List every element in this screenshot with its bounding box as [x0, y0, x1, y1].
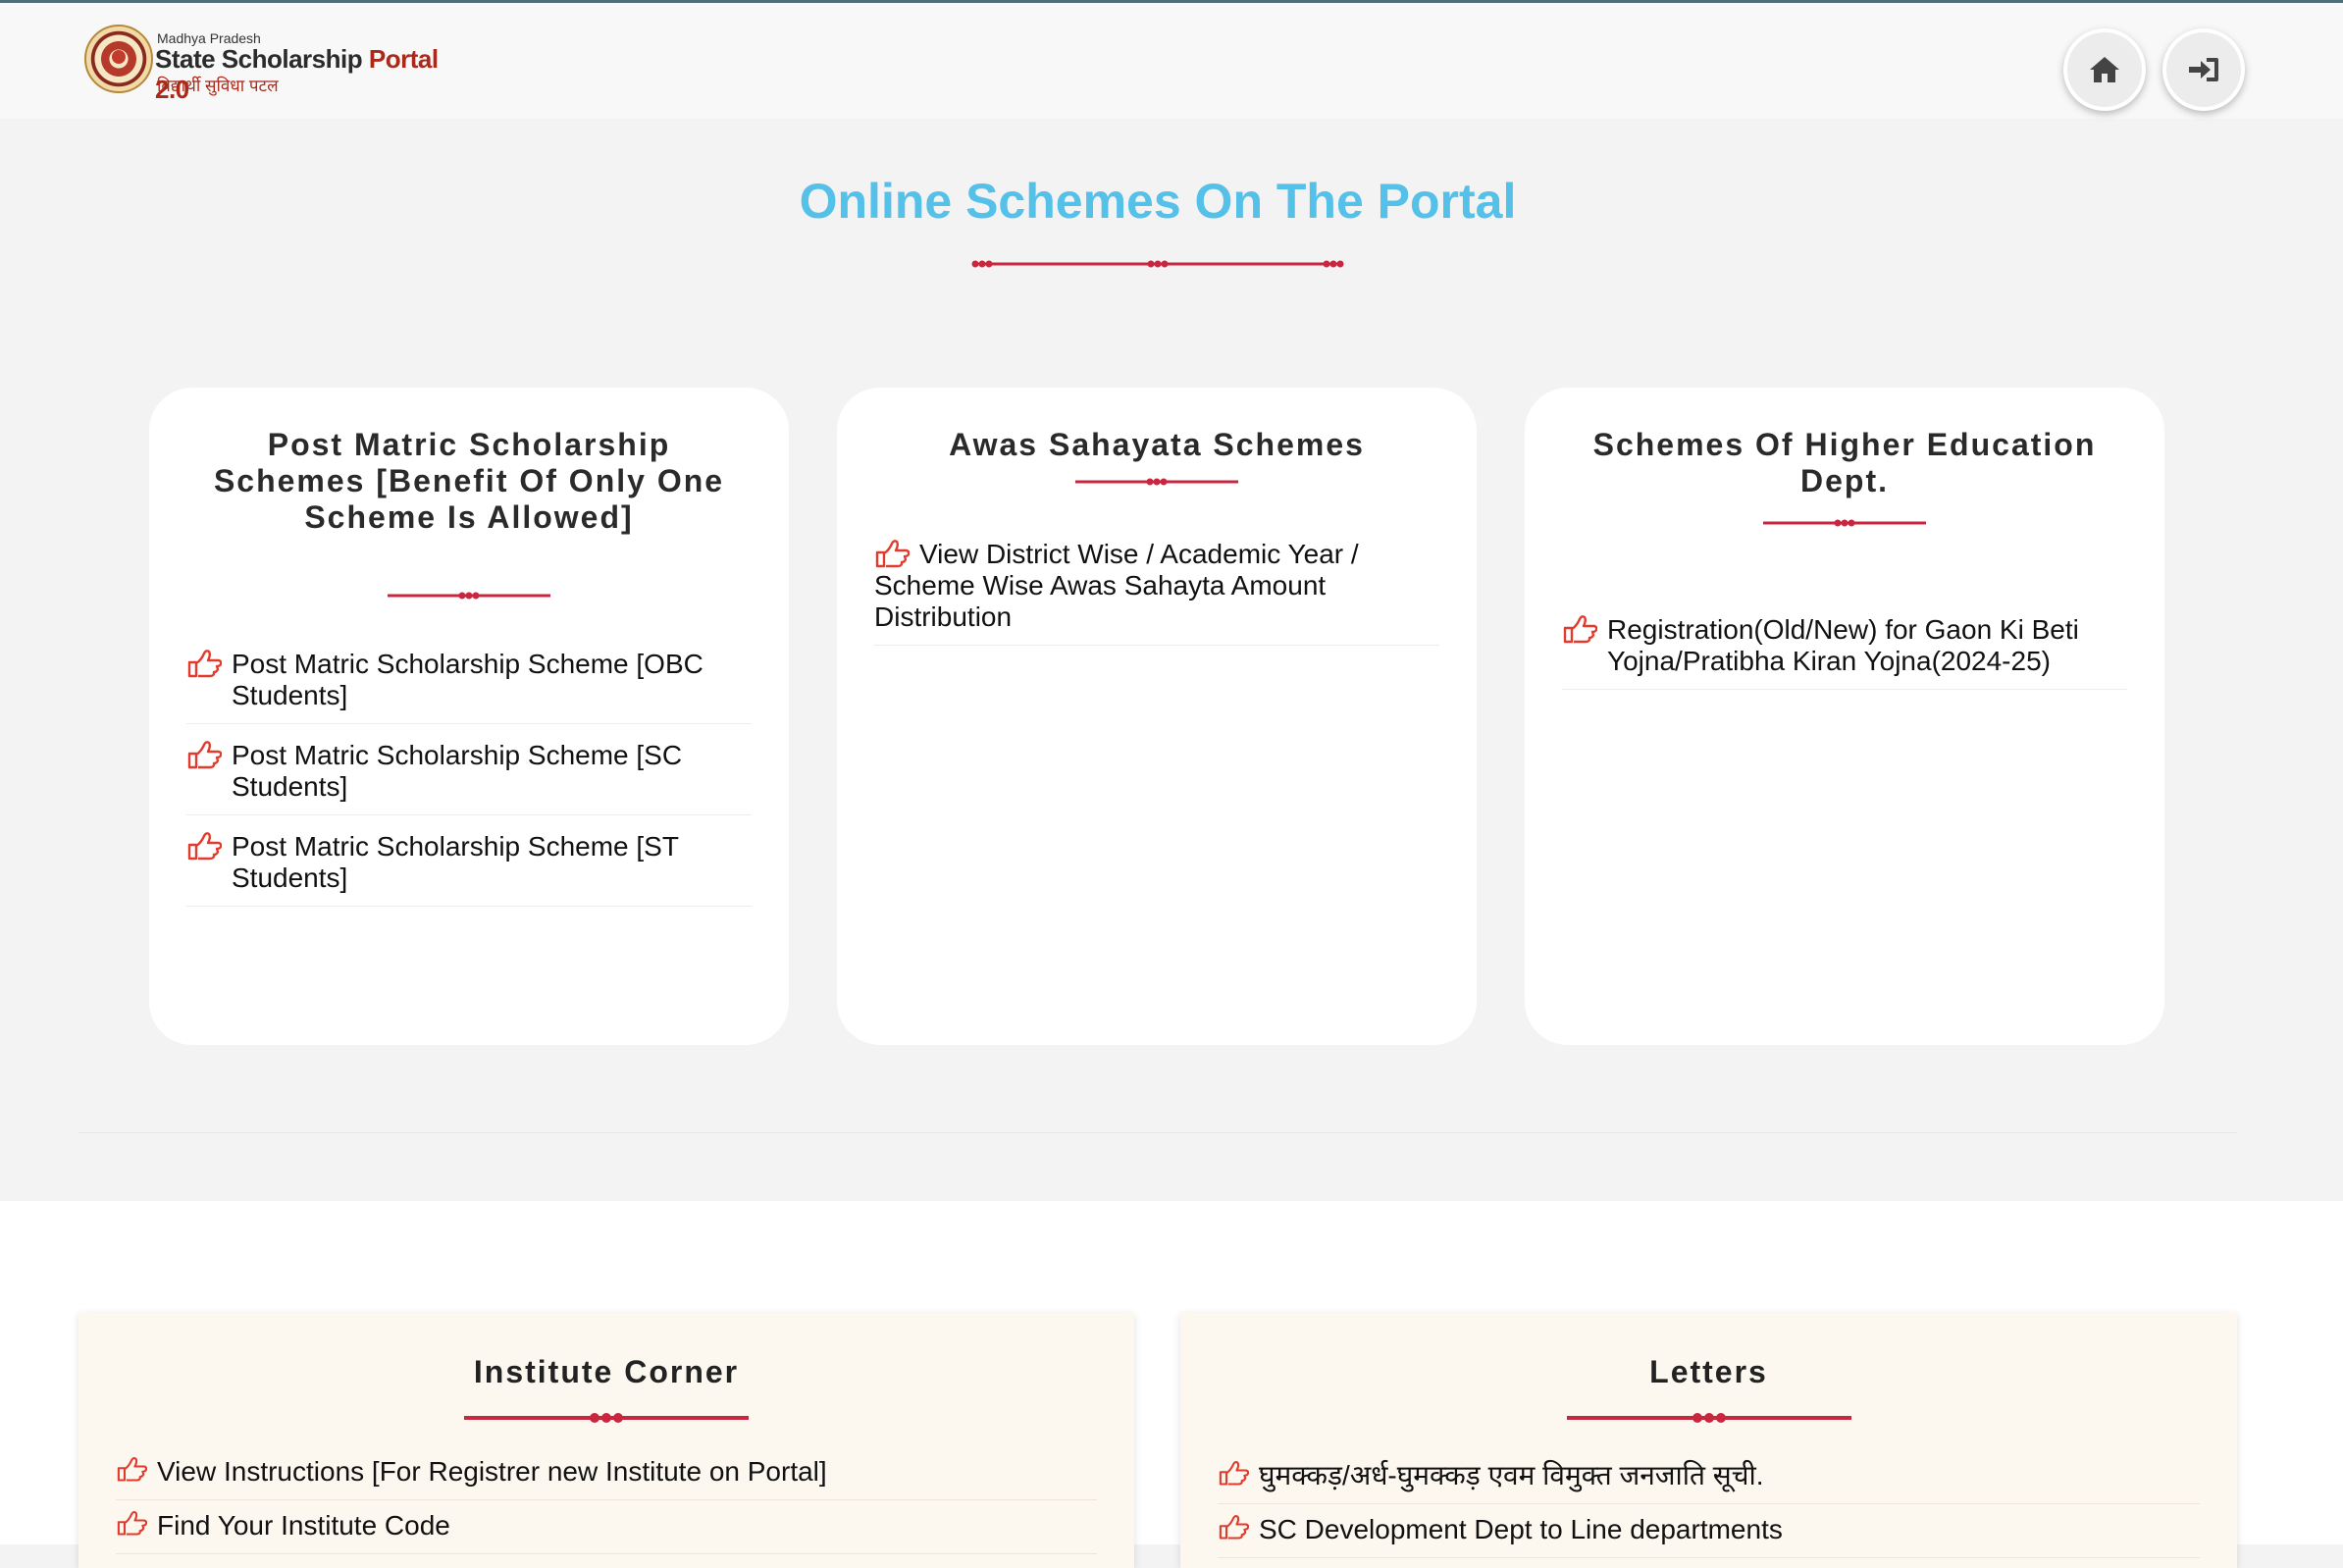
page-title: Online Schemes On The Portal: [799, 174, 1517, 229]
list-item[interactable]: Post Matric Scholarship Scheme [OBC Stud…: [186, 643, 752, 724]
card-title: Awas Sahayata Schemes: [949, 427, 1365, 462]
panel-title: Letters: [1649, 1354, 1768, 1389]
list-item[interactable]: SC Development Dept to Line departments: [1218, 1514, 2200, 1558]
hand-point-right-icon: [117, 1457, 147, 1482]
hand-point-right-icon: [1219, 1515, 1249, 1540]
site-header: Madhya Pradesh State Scholarship Portal …: [0, 3, 2343, 119]
hand-point-right-icon: [187, 650, 222, 678]
logo-hindi-tagline: विद्यार्थी सुविधा पटल: [157, 77, 279, 95]
panel-institute-corner: Institute Corner View Instructions [For …: [78, 1313, 1134, 1568]
card-list: Post Matric Scholarship Scheme [OBC Stud…: [186, 643, 752, 916]
portal-logo[interactable]: Madhya Pradesh State Scholarship Portal …: [84, 25, 457, 104]
title-divider: [971, 260, 1344, 268]
list-item[interactable]: Post Matric Scholarship Scheme [ST Stude…: [186, 825, 752, 907]
panel-divider: [464, 1413, 749, 1423]
card-list: View District Wise / Academic Year / Sch…: [874, 533, 1439, 655]
panel-list: View Instructions [For Registrer new Ins…: [116, 1456, 1097, 1564]
hand-point-right-icon: [1563, 615, 1597, 644]
sign-in-icon: [2189, 58, 2218, 81]
panel-letters: Letters घुमक्कड़/अर्ध-घुमक्कड़ एवम विमुक…: [1180, 1313, 2237, 1568]
card-divider: [388, 592, 550, 600]
hand-point-right-icon: [875, 540, 910, 568]
card-divider: [1075, 478, 1238, 486]
card-higher-education: Schemes Of Higher Education Dept. Regist…: [1525, 388, 2164, 1045]
card-divider: [1763, 519, 1926, 527]
section-separator: [78, 1132, 2237, 1133]
hand-point-right-icon: [117, 1511, 147, 1536]
login-button[interactable]: [2162, 28, 2245, 111]
home-button[interactable]: [2063, 28, 2146, 111]
card-awas-sahayata: Awas Sahayata Schemes View District Wise…: [837, 388, 1477, 1045]
list-item[interactable]: घुमक्कड़/अर्ध-घुमक्कड़ एवम विमुक्त जनजात…: [1218, 1460, 2200, 1504]
panel-divider: [1567, 1413, 1851, 1423]
mp-seal-icon: [84, 25, 153, 93]
list-item[interactable]: View District Wise / Academic Year / Sch…: [874, 533, 1439, 646]
list-item[interactable]: Find Your Institute Code: [116, 1510, 1097, 1554]
list-item[interactable]: Registration(Old/New) for Gaon Ki Beti Y…: [1562, 608, 2127, 690]
list-item[interactable]: Post Matric Scholarship Scheme [SC Stude…: [186, 734, 752, 815]
list-item[interactable]: View Instructions [For Registrer new Ins…: [116, 1456, 1097, 1500]
hand-point-right-icon: [1219, 1461, 1249, 1486]
home-icon: [2090, 57, 2119, 82]
panel-title: Institute Corner: [473, 1354, 740, 1389]
hand-point-right-icon: [187, 832, 222, 861]
card-title: Post Matric Scholarship Schemes [Benefit…: [213, 427, 725, 535]
card-post-matric: Post Matric Scholarship Schemes [Benefit…: [149, 388, 789, 1045]
card-list: Registration(Old/New) for Gaon Ki Beti Y…: [1562, 608, 2127, 700]
hand-point-right-icon: [187, 741, 222, 769]
panel-list: घुमक्कड़/अर्ध-घुमक्कड़ एवम विमुक्त जनजात…: [1218, 1460, 2200, 1568]
card-title: Schemes Of Higher Education Dept.: [1592, 427, 2097, 498]
